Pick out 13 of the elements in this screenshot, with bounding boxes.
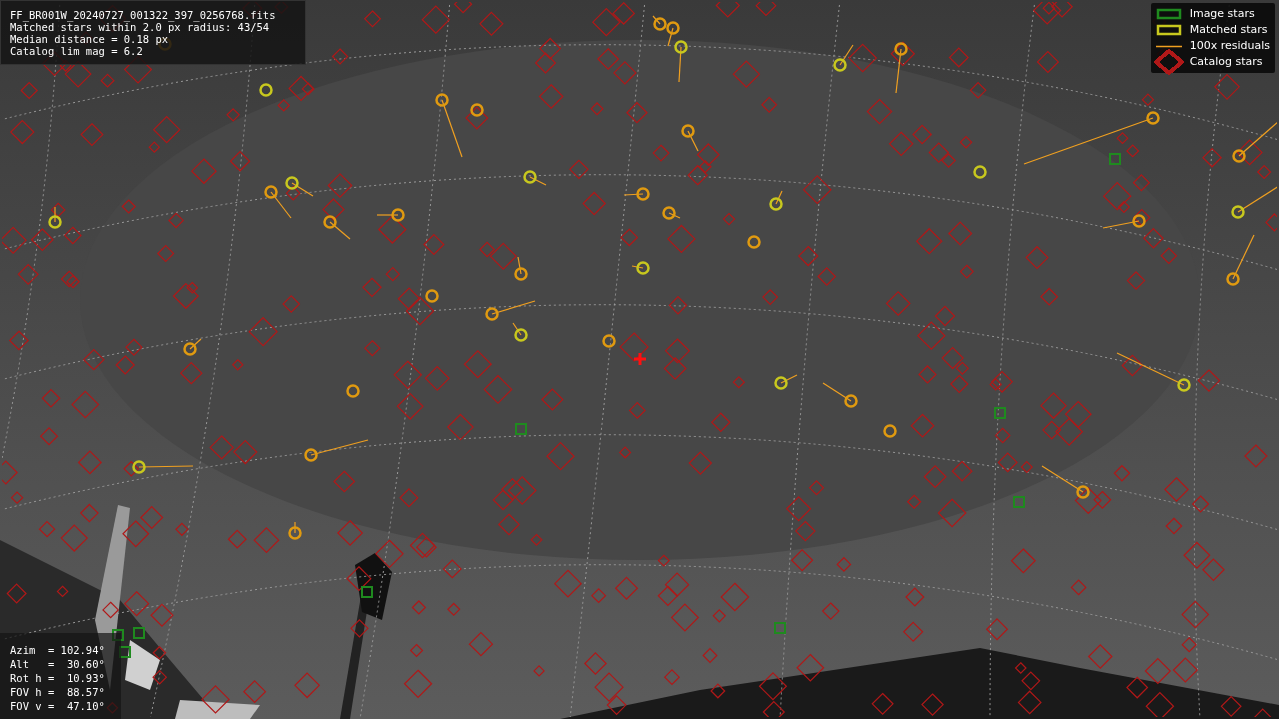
pointing-text: Alt = 30.60° [10, 657, 106, 671]
info-text: Matched stars within 2.0 px radius: 43/54 [10, 21, 270, 33]
legend-label: Image stars [1189, 5, 1256, 22]
legend-label: Matched stars [1189, 21, 1269, 38]
info-text: Catalog lim mag = 6.2 [10, 45, 144, 57]
pointing-text: FOV h = 88.57° [10, 685, 106, 699]
info-text: FF_BR001W_20240727_001322_397_0256768.fits [10, 9, 277, 21]
pointing-text: FOV v = 47.10° [10, 699, 106, 713]
pointing-text: Rot h = 10.93° [10, 671, 106, 685]
info-text: Median distance = 0.18 px [10, 33, 170, 45]
legend-label: 100x residuals [1189, 37, 1271, 54]
pointing-text: Azim = 102.94° [10, 643, 106, 657]
legend-label: Catalog stars [1189, 53, 1264, 70]
